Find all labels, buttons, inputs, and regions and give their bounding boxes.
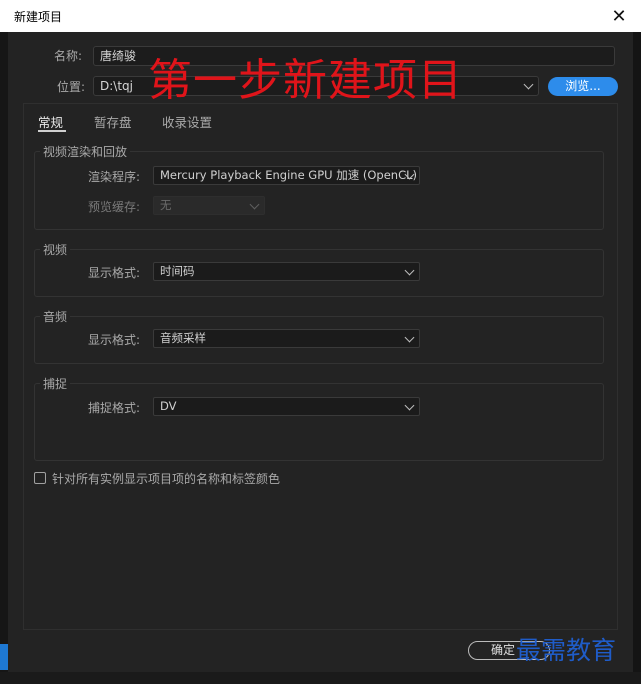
- preview-cache-dropdown: 无: [153, 196, 265, 215]
- chevron-down-icon: [249, 199, 260, 210]
- background-app-bottom: [0, 672, 641, 684]
- audio-format-label: 显示格式:: [88, 333, 141, 347]
- chevron-down-icon: [404, 400, 415, 411]
- audio-group-title: 音频: [40, 308, 71, 325]
- close-icon: ✕: [611, 5, 627, 27]
- video-format-dropdown[interactable]: 时间码: [153, 262, 420, 281]
- renderer-dropdown[interactable]: Mercury Playback Engine GPU 加速 (OpenCL): [153, 166, 420, 185]
- close-button[interactable]: ✕: [597, 0, 641, 32]
- chevron-down-icon: [404, 332, 415, 343]
- location-label: 位置:: [57, 80, 86, 94]
- chevron-down-icon: [523, 79, 534, 90]
- renderer-label: 渲染程序:: [88, 170, 141, 184]
- background-app-edge: [0, 32, 8, 684]
- tab-scratch-disks[interactable]: 暂存盘: [94, 112, 132, 131]
- renderer-value: Mercury Playback Engine GPU 加速 (OpenCL): [160, 168, 418, 182]
- name-label: 名称:: [54, 49, 83, 63]
- title-bar: 新建项目 ✕: [0, 0, 641, 32]
- capture-group: [34, 383, 604, 461]
- chevron-down-icon: [404, 265, 415, 276]
- capture-format-label: 捕捉格式:: [88, 401, 141, 415]
- background-app-tab: [0, 644, 8, 670]
- show-label-colors-label[interactable]: 针对所有实例显示项目项的名称和标签颜色: [52, 470, 280, 487]
- background-app-edge-right: [633, 32, 641, 684]
- tab-ingest-settings[interactable]: 收录设置: [162, 112, 212, 131]
- audio-format-dropdown[interactable]: 音频采样: [153, 329, 420, 348]
- video-format-label: 显示格式:: [88, 266, 141, 280]
- tab-general[interactable]: 常规: [38, 112, 63, 131]
- ok-label: 确定: [491, 643, 516, 657]
- audio-format-value: 音频采样: [160, 331, 206, 345]
- capture-group-title: 捕捉: [40, 375, 71, 392]
- video-format-value: 时间码: [160, 264, 195, 278]
- show-label-colors-checkbox[interactable]: [34, 472, 46, 484]
- step-annotation: 第一步新建项目: [148, 55, 463, 106]
- active-tab-indicator: [38, 130, 66, 132]
- capture-format-dropdown[interactable]: DV: [153, 397, 420, 416]
- video-group-title: 视频: [40, 241, 71, 258]
- preview-cache-label: 预览缓存:: [88, 200, 141, 214]
- location-value: D:\tqj: [100, 79, 133, 93]
- render-group-title: 视频渲染和回放: [40, 143, 131, 160]
- watermark-logo: 最需教育: [516, 636, 617, 665]
- render-group: [34, 151, 604, 230]
- preview-cache-value: 无: [160, 198, 172, 212]
- browse-button[interactable]: 浏览...: [548, 77, 618, 96]
- window-title: 新建项目: [14, 10, 63, 24]
- capture-format-value: DV: [160, 399, 177, 413]
